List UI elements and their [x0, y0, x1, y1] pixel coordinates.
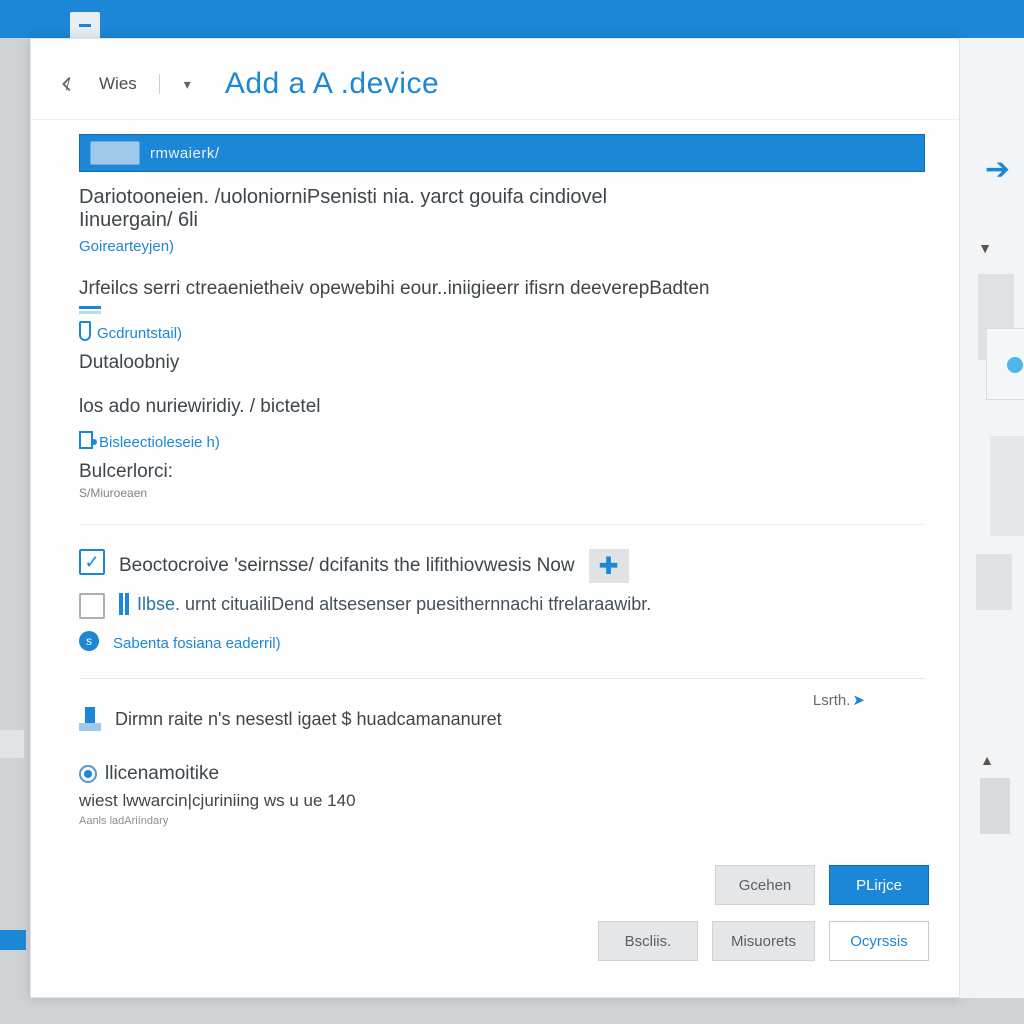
right-rail: ➔ ▼ ▲ — [960, 38, 1024, 998]
window-titlebar — [0, 0, 1024, 38]
intro-line-1: Dariotooneien. /uoloniorniPsenisti nia. … — [79, 186, 925, 209]
section2-item: Bulcerlorci: — [79, 461, 925, 483]
primary-button-1[interactable]: PLirjce — [829, 865, 929, 905]
section1-item: Dutaloobniy — [79, 352, 925, 374]
section-devices-1: Jrfeilcs serri ctreaenietheiv opewebihi … — [79, 278, 925, 374]
section1-link[interactable]: Gcdruntstail) — [97, 325, 182, 342]
secondary-button-2[interactable]: Bscliis. — [598, 921, 698, 961]
columns-icon — [119, 593, 129, 615]
chevron-down-icon[interactable]: ▾ — [178, 76, 197, 93]
options-link[interactable]: Sabenta fosiana eaderril) — [113, 635, 281, 652]
option1-label: Beoctocroive 'seirnsse/ dcifanits the li… — [119, 553, 575, 579]
arrow-icon: ➤ — [852, 692, 865, 709]
intro-block: Dariotooneien. /uoloniorniPsenisti nia. … — [79, 186, 925, 256]
section-devices-2: los ado nuriewiridiy. / bictetel Bisleec… — [79, 396, 925, 500]
learn-link[interactable]: Lsrth.➤ — [813, 691, 865, 709]
scroll-thumb-2[interactable] — [976, 554, 1012, 610]
music-note-icon — [79, 431, 93, 449]
left-peek-accent — [0, 930, 26, 950]
checkbox-option-2[interactable] — [79, 593, 105, 619]
footer-block: Lsrth.➤ Dirmn raite n's nesestl igaet $ … — [79, 678, 925, 827]
section2-sub: S/Miuroeaen — [79, 486, 925, 500]
chevron-up-icon[interactable]: ▲ — [980, 752, 994, 768]
info-badge-icon: s — [79, 631, 99, 651]
bars-icon — [79, 306, 101, 309]
checkbox-option-1[interactable]: ✓ — [79, 549, 105, 575]
section2-title: los ado nuriewiridiy. / bictetel — [79, 396, 925, 418]
dialog-content: Dariotooneien. /uoloniorniPsenisti nia. … — [31, 134, 959, 827]
section2-link[interactable]: Bisleectioleseie h) — [99, 434, 220, 451]
add-button[interactable]: ✚ — [589, 549, 629, 583]
footer-line: Dirmn raite n's nesestl igaet $ huadcama… — [115, 707, 502, 731]
forward-arrow-icon[interactable]: ➔ — [985, 152, 1010, 187]
chevron-down-icon[interactable]: ▼ — [978, 240, 992, 256]
secondary-button-3[interactable]: Misuorets — [712, 921, 815, 961]
window-tab[interactable] — [70, 12, 100, 38]
scroll-thumb-3[interactable] — [980, 778, 1010, 834]
secondary-button-1[interactable]: Gcehen — [715, 865, 815, 905]
search-badge-icon — [90, 141, 140, 165]
intro-link[interactable]: Goirearteyjen) — [79, 238, 174, 255]
antenna-icon — [79, 707, 101, 733]
option2-label: urnt cituailiDend altsesenser puesithern… — [185, 594, 651, 614]
breadcrumb[interactable]: Wies — [99, 74, 160, 94]
widget-dot-icon — [1007, 357, 1023, 373]
search-bar[interactable] — [79, 134, 925, 172]
side-panel-thumb[interactable] — [990, 436, 1024, 536]
radio-sub: wiest lwwarcin|cjuriniing ws u ue 140 — [79, 791, 925, 811]
left-peek-grey — [0, 730, 24, 758]
back-button[interactable] — [55, 71, 81, 97]
button-row-2: Bscliis. Misuorets Ocyrssis — [598, 921, 929, 961]
radio-option[interactable] — [79, 765, 97, 783]
side-widget[interactable] — [986, 328, 1024, 400]
radio-title: llicenamoitike — [105, 763, 219, 785]
search-input[interactable] — [150, 145, 914, 162]
option2-prefix: Ilbse. — [137, 594, 180, 614]
marker-icon — [79, 321, 91, 341]
radio-note: Aanls ladAriíndary — [79, 815, 925, 827]
intro-line-2: Iinuergain/ 6li — [79, 209, 925, 232]
accent-button[interactable]: Ocyrssis — [829, 921, 929, 961]
page-title: Add a A .device — [225, 67, 439, 101]
button-row-1: Gcehen PLirjce — [715, 865, 929, 905]
plus-icon: ✚ — [599, 552, 619, 581]
back-arrow-icon — [57, 73, 79, 95]
dialog-header: Wies ▾ Add a A .device — [31, 39, 959, 120]
dialog-window: Wies ▾ Add a A .device Dariotooneien. /u… — [30, 38, 960, 998]
options-block: ✓ Beoctocroive 'seirnsse/ dcifanits the … — [79, 524, 925, 652]
section-title: Jrfeilcs serri ctreaenietheiv opewebihi … — [79, 278, 925, 300]
